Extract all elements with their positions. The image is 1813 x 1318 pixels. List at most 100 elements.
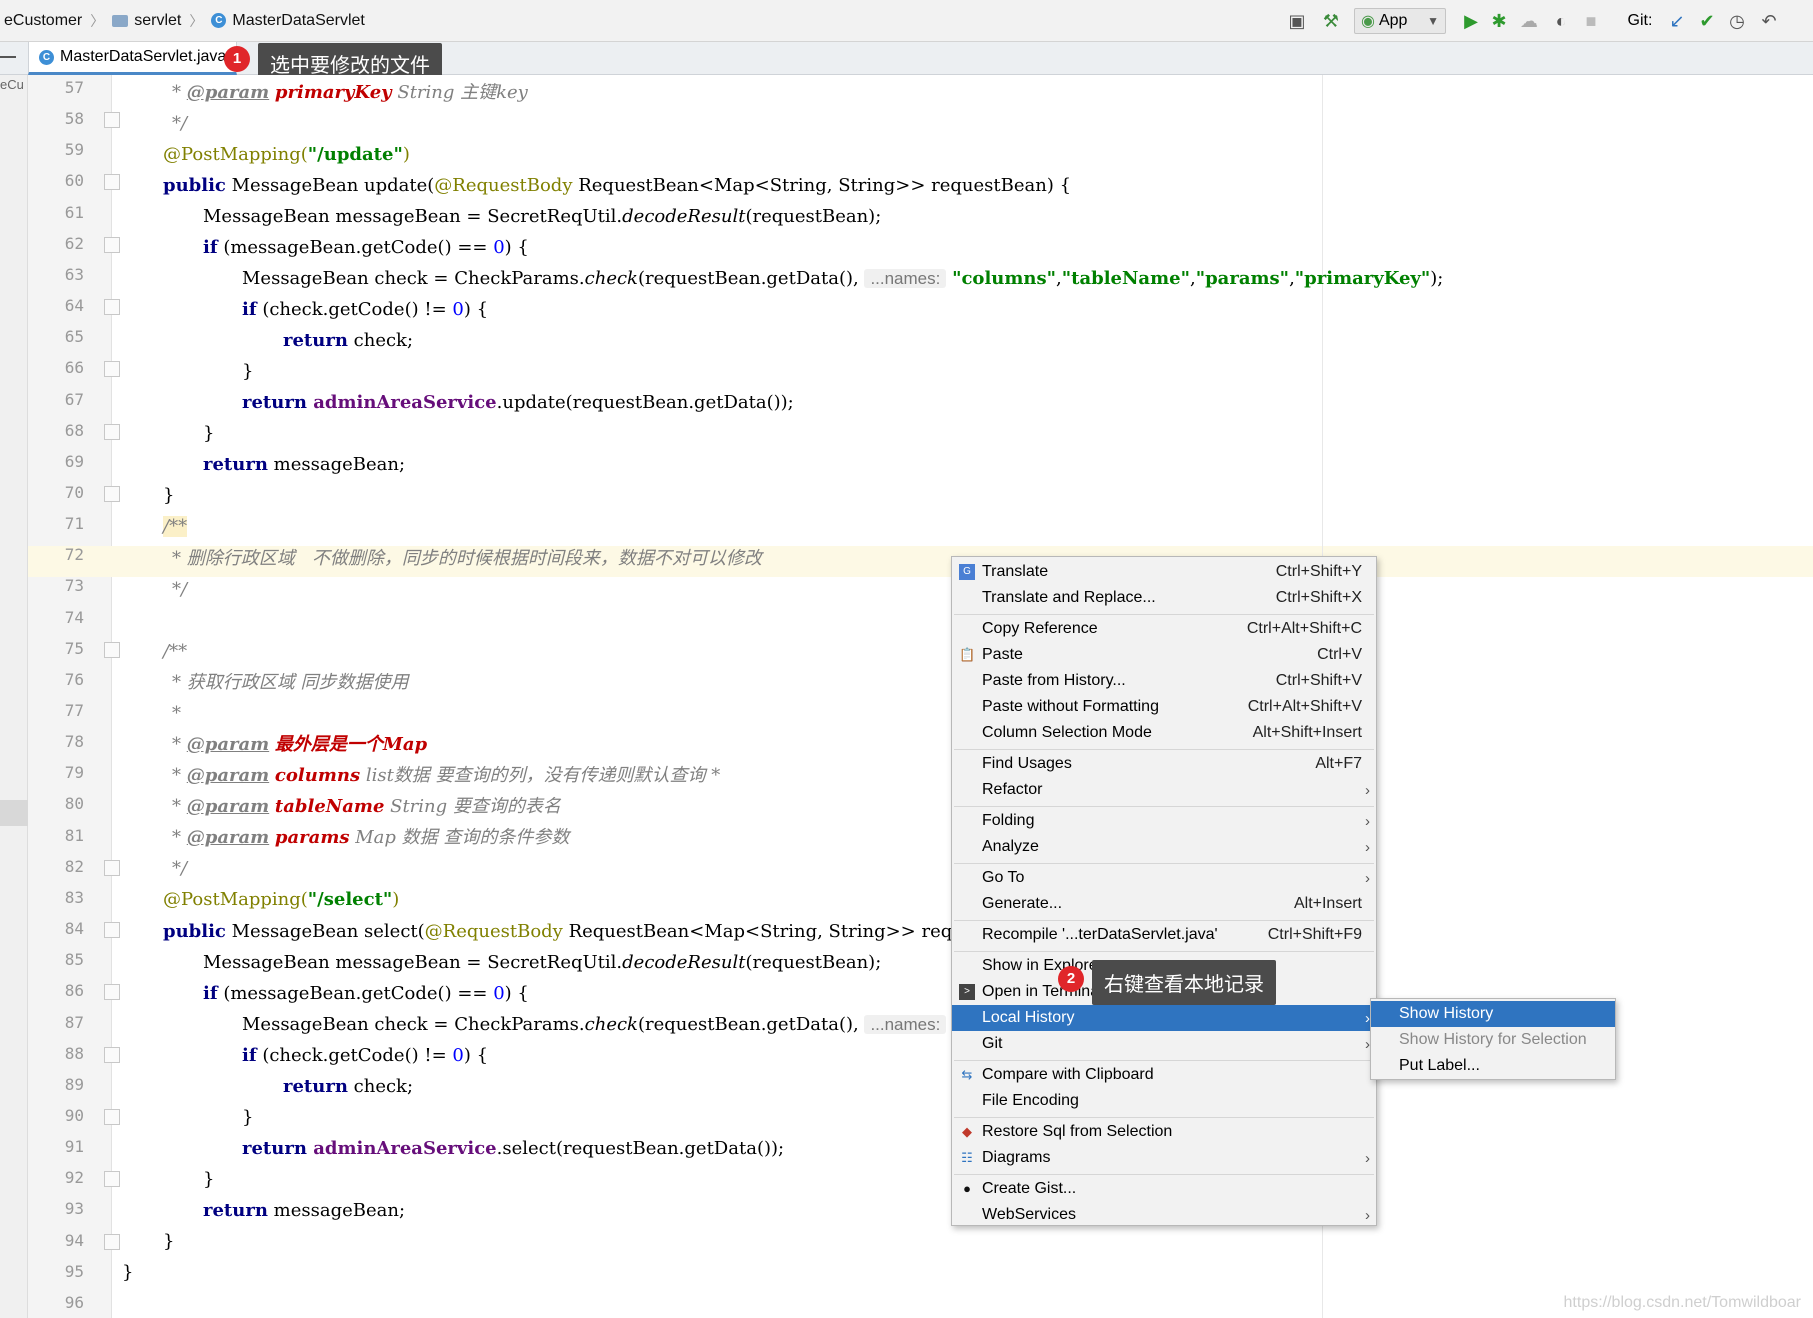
fold-marker-icon[interactable] <box>104 361 120 378</box>
menu-label: Translate and Replace... <box>982 589 1156 606</box>
fold-marker-icon[interactable] <box>104 641 120 658</box>
menu-label: Compare with Clipboard <box>982 1066 1154 1083</box>
diagram-icon: ☷ <box>961 1150 973 1165</box>
debug-icon[interactable]: ✱ <box>1486 8 1512 34</box>
menu-item-file-encoding[interactable]: File Encoding <box>952 1088 1376 1114</box>
profile-icon[interactable]: ◐ <box>1548 8 1574 34</box>
fold-marker-icon[interactable] <box>104 922 120 939</box>
menu-item-paste-without-formatting[interactable]: Paste without Formatting Ctrl+Alt+Shift+V <box>952 694 1376 720</box>
coverage-icon[interactable]: ☁ <box>1516 8 1542 34</box>
submenu-item-show-history-selection[interactable]: Show History for Selection <box>1371 1027 1615 1053</box>
code-line-73: */ <box>172 579 188 600</box>
annotation-marker-2: 2 <box>1058 966 1084 992</box>
run-icon[interactable]: ▶ <box>1458 8 1484 34</box>
menu-item-paste-history[interactable]: Paste from History... Ctrl+Shift+V <box>952 668 1376 694</box>
menu-shortcut: Ctrl+Shift+X <box>1275 589 1362 606</box>
fold-marker-icon[interactable] <box>104 236 120 253</box>
code-line-70: } <box>163 485 175 506</box>
run-config-select[interactable]: ◉ App ▼ <box>1354 8 1446 34</box>
menu-label: Open in Terminal <box>982 983 1103 1000</box>
line-number: 79 <box>64 763 84 783</box>
git-commit-icon[interactable]: ✔ <box>1694 8 1720 34</box>
menu-separator <box>954 863 1374 864</box>
menu-item-restore-sql[interactable]: ◆ Restore Sql from Selection <box>952 1119 1376 1145</box>
fold-marker-icon[interactable] <box>104 1233 120 1250</box>
code-line-81: * @param params Map 数据 查询的条件参数 <box>172 827 570 848</box>
breadcrumb-folder[interactable]: servlet <box>108 0 185 42</box>
submenu-item-show-history[interactable]: Show History <box>1371 1001 1615 1027</box>
menu-item-translate[interactable]: G Translate Ctrl+Shift+Y <box>952 559 1376 585</box>
menu-item-recompile[interactable]: Recompile '...terDataServlet.java' Ctrl+S… <box>952 922 1376 948</box>
breadcrumb-project[interactable]: eCustomer <box>0 0 86 42</box>
fold-marker-icon[interactable] <box>104 423 120 440</box>
menu-item-webservices[interactable]: WebServices › <box>952 1202 1376 1228</box>
menu-shortcut: Ctrl+V <box>1317 646 1362 663</box>
submenu-label: Put Label... <box>1399 1057 1480 1074</box>
line-number: 66 <box>64 358 84 378</box>
submenu-item-put-label[interactable]: Put Label... <box>1371 1053 1615 1079</box>
menu-item-copy-reference[interactable]: Copy Reference Ctrl+Alt+Shift+C <box>952 616 1376 642</box>
build-hammer-icon[interactable]: ⚒ <box>1318 8 1344 34</box>
fold-marker-icon[interactable] <box>104 859 120 876</box>
menu-item-diagrams[interactable]: ☷ Diagrams › <box>952 1145 1376 1171</box>
class-icon: C <box>211 13 227 28</box>
minimize-icon[interactable] <box>0 56 16 58</box>
menu-separator <box>954 1060 1374 1061</box>
line-number: 73 <box>64 576 84 596</box>
fold-marker-icon[interactable] <box>104 1108 120 1125</box>
fold-marker-icon[interactable] <box>104 485 120 502</box>
code-line-85: MessageBean messageBean = SecretReqUtil.… <box>203 952 882 973</box>
menu-item-create-gist[interactable]: ● Create Gist... <box>952 1176 1376 1202</box>
menu-item-go-to[interactable]: Go To › <box>952 865 1376 891</box>
menu-label: Find Usages <box>982 755 1072 772</box>
menu-item-generate[interactable]: Generate... Alt+Insert <box>952 891 1376 917</box>
line-number: 77 <box>64 701 84 720</box>
history-clock-icon[interactable]: ◷ <box>1724 8 1750 34</box>
code-line-92: } <box>203 1169 215 1190</box>
menu-separator <box>954 1117 1374 1118</box>
fold-marker-icon[interactable] <box>104 1171 120 1188</box>
code-line-58: */ <box>172 113 188 134</box>
menu-shortcut: Ctrl+Alt+Shift+C <box>1246 620 1362 637</box>
revert-icon[interactable]: ↶ <box>1756 8 1782 34</box>
line-number: 80 <box>64 794 84 814</box>
menu-item-folding[interactable]: Folding › <box>952 808 1376 834</box>
menu-item-translate-replace[interactable]: Translate and Replace... Ctrl+Shift+X <box>952 585 1376 611</box>
breadcrumb-file[interactable]: C MasterDataServlet <box>207 0 369 42</box>
folder-icon <box>112 14 129 27</box>
chevron-right-icon: › <box>1365 838 1370 856</box>
stop-icon[interactable]: ■ <box>1578 8 1604 34</box>
menu-item-refactor[interactable]: Refactor › <box>952 777 1376 803</box>
menu-label: Folding <box>982 812 1035 829</box>
code-line-60: public MessageBean update(@RequestBody R… <box>163 175 1072 196</box>
menu-label: Recompile '...terDataServlet.java' <box>982 926 1218 943</box>
menu-item-find-usages[interactable]: Find Usages Alt+F7 <box>952 751 1376 777</box>
menu-item-git[interactable]: Git › <box>952 1031 1376 1057</box>
menu-label: Paste from History... <box>982 672 1126 689</box>
menu-item-paste[interactable]: 📋 Paste Ctrl+V <box>952 642 1376 668</box>
menu-item-column-selection[interactable]: Column Selection Mode Alt+Shift+Insert <box>952 720 1376 746</box>
chevron-right-icon: 〉 <box>189 12 204 29</box>
code-line-93: return messageBean; <box>203 1200 406 1221</box>
line-number: 82 <box>64 856 84 876</box>
menu-separator <box>954 749 1374 750</box>
fold-marker-icon[interactable] <box>104 174 120 191</box>
code-line-72: * 删除行政区域 不做删除，同步的时候根据时间段来，数据不对可以修改 <box>172 548 762 569</box>
menu-shortcut: Alt+Shift+Insert <box>1252 724 1362 741</box>
menu-item-compare-clipboard[interactable]: ⇆ Compare with Clipboard <box>952 1062 1376 1088</box>
tab-masterdataservlet[interactable]: C MasterDataServlet.java <box>28 42 238 75</box>
menu-item-local-history[interactable]: Local History › <box>952 1005 1376 1031</box>
line-number: 74 <box>64 607 84 627</box>
code-line-76: * 获取行政区域 同步数据使用 <box>172 672 409 693</box>
fold-marker-icon[interactable] <box>104 1046 120 1063</box>
menu-label: Paste without Formatting <box>982 698 1159 715</box>
layout-icon[interactable]: ▣ <box>1284 8 1310 34</box>
menu-shortcut: Ctrl+Alt+Shift+V <box>1247 698 1362 715</box>
fold-marker-icon[interactable] <box>104 984 120 1001</box>
line-number: 57 <box>64 78 84 97</box>
menu-item-analyze[interactable]: Analyze › <box>952 834 1376 860</box>
fold-marker-icon[interactable] <box>104 299 120 316</box>
fold-marker-icon[interactable] <box>104 112 120 129</box>
project-panel-strip[interactable]: eCu <box>0 75 28 1318</box>
git-update-icon[interactable]: ↙ <box>1664 8 1690 34</box>
